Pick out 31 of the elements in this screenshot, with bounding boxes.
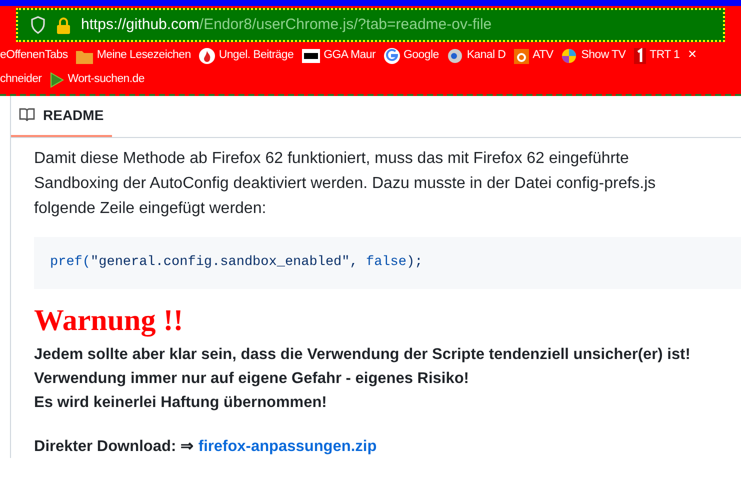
bookmark[interactable]: Ungel. Beiträge xyxy=(198,47,294,65)
bookmark[interactable]: ✕ xyxy=(688,47,698,65)
warning-heading: Warnung !! xyxy=(34,303,184,339)
bookmark[interactable]: Wort-suchen.de xyxy=(50,71,144,89)
letter-icon xyxy=(514,48,529,64)
bookmark[interactable]: GGA Maur xyxy=(302,47,376,65)
url-text: https://github.com/Endor8/userChrome.js/?tab=readme-ov-file xyxy=(81,14,492,35)
padlock-icon xyxy=(56,16,71,34)
warning-text: Jedem sollte aber klar sein, dass die Verwendung der Scripte tendenziell unsicher(er) ist! Verwendung immer nur auf eigene Gefahr - eigenes Risiko! Es wird keinerlei Haftung übernommen! xyxy=(34,345,692,413)
shield-icon xyxy=(30,16,46,34)
address-bar[interactable]: https://github.com/Endor8/userChrome.js/?tab=readme-ov-file xyxy=(16,8,725,42)
bookmark[interactable]: TRT 1 xyxy=(634,47,680,65)
bookmark[interactable]: ATV xyxy=(514,47,554,65)
download-label: Direkter Download: ⇒ xyxy=(34,437,194,457)
bookmark[interactable]: Kanal D xyxy=(446,47,506,65)
wheel-icon xyxy=(561,48,578,64)
download-link[interactable]: firefox-anpassungen.zip xyxy=(198,435,377,458)
bookmark[interactable]: eOffenenTabs xyxy=(0,47,68,65)
book-icon xyxy=(19,108,35,122)
number-icon xyxy=(634,48,646,64)
bookmark[interactable]: chneider xyxy=(0,71,42,89)
readme-tab[interactable]: README xyxy=(11,95,112,137)
paragraph: Damit diese Methode ab Firefox 62 funktioniert, muss das mit Firefox 62 eingeführte Sandboxing der AutoConfig deaktiviert werden. Dazu musste in der Datei config-prefs.js folgende Zeile eingefügt werden: xyxy=(34,149,657,219)
code-block: pref("general.config.sandbox_enabled", false); xyxy=(34,237,741,289)
bookmark[interactable]: Meine Lesezeichen xyxy=(76,47,191,65)
bookmark[interactable]: Google xyxy=(384,47,439,65)
folder-icon xyxy=(76,48,93,64)
play-icon xyxy=(50,72,64,88)
google-icon xyxy=(384,48,400,64)
bookmark[interactable]: Show TV xyxy=(561,47,626,65)
globe-icon xyxy=(446,48,463,64)
